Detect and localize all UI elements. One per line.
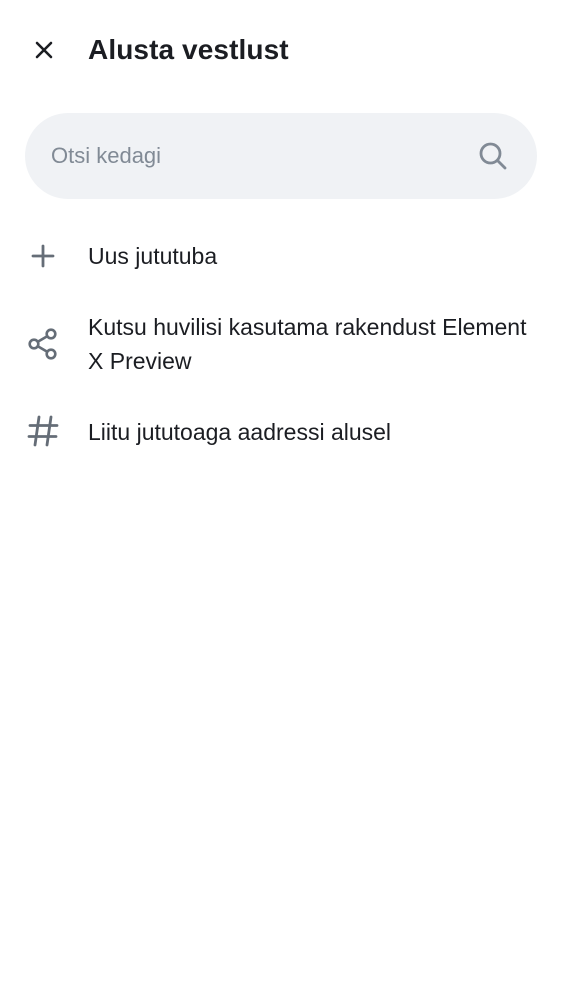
plus-icon bbox=[31, 244, 55, 268]
join-room-label: Liitu jututoaga aadressi alusel bbox=[88, 419, 392, 445]
invite-people-item[interactable]: Kutsu huvilisi kasutama rakendust Elemen… bbox=[0, 292, 562, 396]
close-icon bbox=[35, 41, 53, 59]
invite-people-label: Kutsu huvilisi kasutama rakendust Elemen… bbox=[88, 314, 527, 374]
new-room-label: Uus jututuba bbox=[88, 243, 218, 269]
join-room-by-address-item[interactable]: Liitu jututoaga aadressi alusel bbox=[0, 396, 562, 468]
share-icon bbox=[28, 328, 57, 360]
close-button[interactable] bbox=[18, 24, 70, 76]
start-chat-menu: Uus jututuba Kutsu huvilisi kasutama rak… bbox=[0, 220, 562, 468]
page-title: Alusta vestlust bbox=[88, 34, 289, 65]
search-placeholder: Otsi kedagi bbox=[51, 143, 162, 168]
search-icon bbox=[479, 142, 507, 170]
search-input[interactable]: Otsi kedagi bbox=[25, 113, 537, 199]
top-app-bar: Alusta vestlust bbox=[0, 0, 562, 100]
hashtag-icon bbox=[27, 415, 59, 447]
new-room-item[interactable]: Uus jututuba bbox=[0, 220, 562, 292]
